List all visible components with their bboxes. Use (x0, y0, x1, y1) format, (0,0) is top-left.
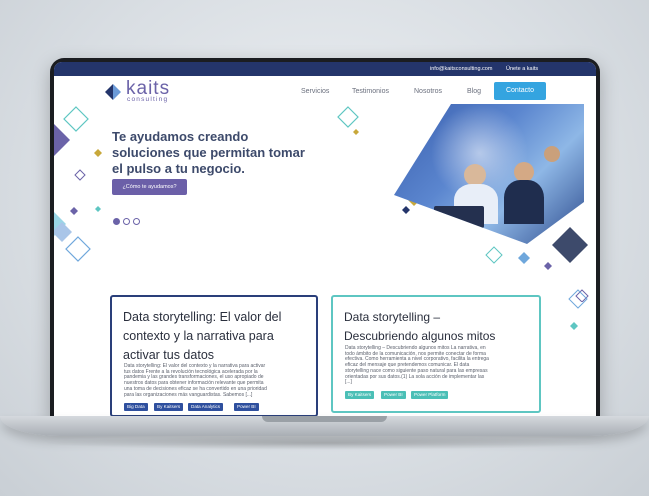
blog-card[interactable]: Data storytelling – Descubriendo algunos… (331, 295, 541, 413)
tag-power-bi[interactable]: Power BI (381, 391, 406, 399)
nav-servicios[interactable]: Servicios (301, 88, 329, 95)
nav-testimonios[interactable]: Testimonios (352, 88, 389, 95)
card-title-line: contexto y la narrativa para (123, 329, 274, 343)
nav-nosotros[interactable]: Nosotros (414, 88, 442, 95)
browser-screen: info@kaitsconsulting.com Únete a kaits k… (54, 62, 596, 418)
excerpt-line: para las organizaciones más vanguardista… (124, 391, 253, 398)
tag-data-analytics[interactable]: Data Analytics (188, 403, 224, 411)
blog-card[interactable]: Data storytelling: El valor del contexto… (110, 295, 318, 417)
tag-power-bi[interactable]: Power BI (234, 403, 259, 411)
tag-power-platform[interactable]: Power Platform (411, 391, 449, 399)
logo-subtitle: consulting (127, 96, 169, 103)
hero-heading-line1: Te ayudamos creando (112, 129, 249, 144)
card-title-line: Data storytelling: El valor del (123, 310, 282, 324)
photo-person (514, 162, 534, 182)
card-title-line: Data storytelling – (344, 310, 441, 324)
excerpt-line: orientadas por sus datos.(1) La sola acc… (345, 373, 485, 380)
card-title[interactable]: Data storytelling: El valor del contexto… (123, 308, 313, 365)
slider-dot-2[interactable] (123, 218, 130, 225)
decorative-shapes-left (54, 106, 102, 262)
tag-by-kaitsers[interactable]: By Kaitsers (345, 391, 375, 399)
contact-button[interactable]: Contacto (494, 82, 546, 100)
nav-blog[interactable]: Blog (467, 88, 481, 95)
excerpt-line: [...] (345, 379, 352, 386)
photo-person (464, 164, 486, 186)
hero-heading-line2: soluciones que permitan tomar (112, 145, 305, 160)
contact-email-link[interactable]: info@kaitsconsulting.com (430, 66, 492, 72)
slider-dot-3[interactable] (133, 218, 140, 225)
card-title-line: Descubriendo algunos mitos (344, 329, 496, 343)
tag-by-kaitsers[interactable]: By Kaitsers (154, 403, 184, 411)
photo-person (504, 180, 544, 224)
card-excerpt: Data storytelling: El valor del contexto… (124, 363, 267, 398)
how-we-help-button[interactable]: ¿Cómo te ayudamos? (112, 179, 187, 195)
photo-person (544, 146, 560, 162)
card-title[interactable]: Data storytelling – Descubriendo algunos… (344, 308, 534, 346)
hero-heading-line3: el pulso a tu negocio. (112, 161, 245, 176)
decorative-shapes-lower (568, 289, 588, 330)
top-bar: info@kaitsconsulting.com Únete a kaits (54, 62, 596, 76)
card-excerpt: Data storytelling – Descubriendo algunos… (345, 345, 489, 386)
tag-big-data[interactable]: Big Data (124, 403, 148, 411)
laptop-notch (262, 416, 387, 422)
slider-dot-1[interactable] (113, 218, 120, 225)
slider-dots (113, 212, 143, 230)
laptop-shadow (40, 436, 610, 450)
join-link[interactable]: Únete a kaits (506, 66, 538, 72)
hero-heading: Te ayudamos creando soluciones que permi… (112, 129, 322, 177)
